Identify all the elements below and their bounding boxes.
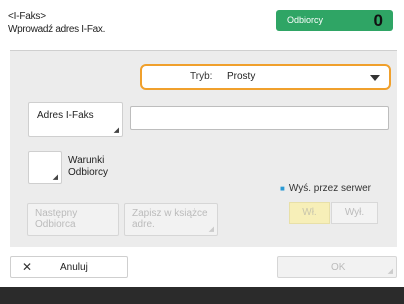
save-line1: Zapisz w książce <box>132 208 208 219</box>
ok-label: OK <box>331 262 346 273</box>
conditions-line2: Odbiorcy <box>68 167 109 178</box>
ifax-address-button[interactable]: Adres I-Faks ◢ <box>28 102 123 137</box>
server-send-off-button[interactable]: Wył. <box>331 202 378 224</box>
server-send-label: ■ Wyś. przez serwer <box>280 183 371 194</box>
save-address-label: Zapisz w książce adre. <box>132 208 208 230</box>
mode-value: Prosty <box>227 71 256 82</box>
bullet-icon: ■ <box>280 184 285 193</box>
server-send-text: Wyś. przez serwer <box>288 183 371 194</box>
cancel-button[interactable]: ✕ Anuluj <box>10 256 128 278</box>
next-recipient-label: Następny Odbiorca <box>35 208 77 230</box>
mode-select[interactable]: Prosty <box>222 68 385 87</box>
save-to-address-book-button[interactable]: Zapisz w książce adre. ◢ <box>124 203 218 236</box>
save-line2: adre. <box>132 219 155 230</box>
corner-arrow-icon: ◢ <box>52 174 58 181</box>
corner-arrow-icon: ◢ <box>208 226 214 233</box>
ifax-address-input[interactable] <box>130 106 389 130</box>
mode-label: Tryb: <box>190 71 213 82</box>
cancel-label: Anuluj <box>60 262 88 273</box>
recipients-badge[interactable]: Odbiorcy 0 <box>276 10 393 31</box>
recipient-conditions-button[interactable]: ◢ <box>28 151 62 184</box>
recipients-count: 0 <box>373 11 383 30</box>
ifax-address-label: Adres I-Faks <box>37 110 94 121</box>
recipient-conditions-label: Warunki Odbiorcy <box>68 155 108 179</box>
mode-field: Tryb: Prosty <box>140 64 391 90</box>
ok-button[interactable]: OK ◢ <box>277 256 397 278</box>
next-recipient-button[interactable]: Następny Odbiorca <box>27 203 119 236</box>
corner-arrow-icon: ◢ <box>387 268 393 275</box>
server-send-on-button[interactable]: Wł. <box>289 202 330 224</box>
conditions-line1: Warunki <box>68 155 105 166</box>
next-line1: Następny <box>35 208 78 219</box>
next-line2: Odbiorca <box>35 219 76 230</box>
recipients-label: Odbiorcy <box>287 15 324 25</box>
status-bar <box>0 287 404 304</box>
chevron-down-icon <box>370 75 380 81</box>
header-title: <I-Faks> <box>8 11 46 22</box>
corner-arrow-icon: ◢ <box>113 127 119 134</box>
header-subtitle: Wprowadź adres I-Fax. <box>8 24 106 35</box>
close-icon: ✕ <box>22 260 33 274</box>
